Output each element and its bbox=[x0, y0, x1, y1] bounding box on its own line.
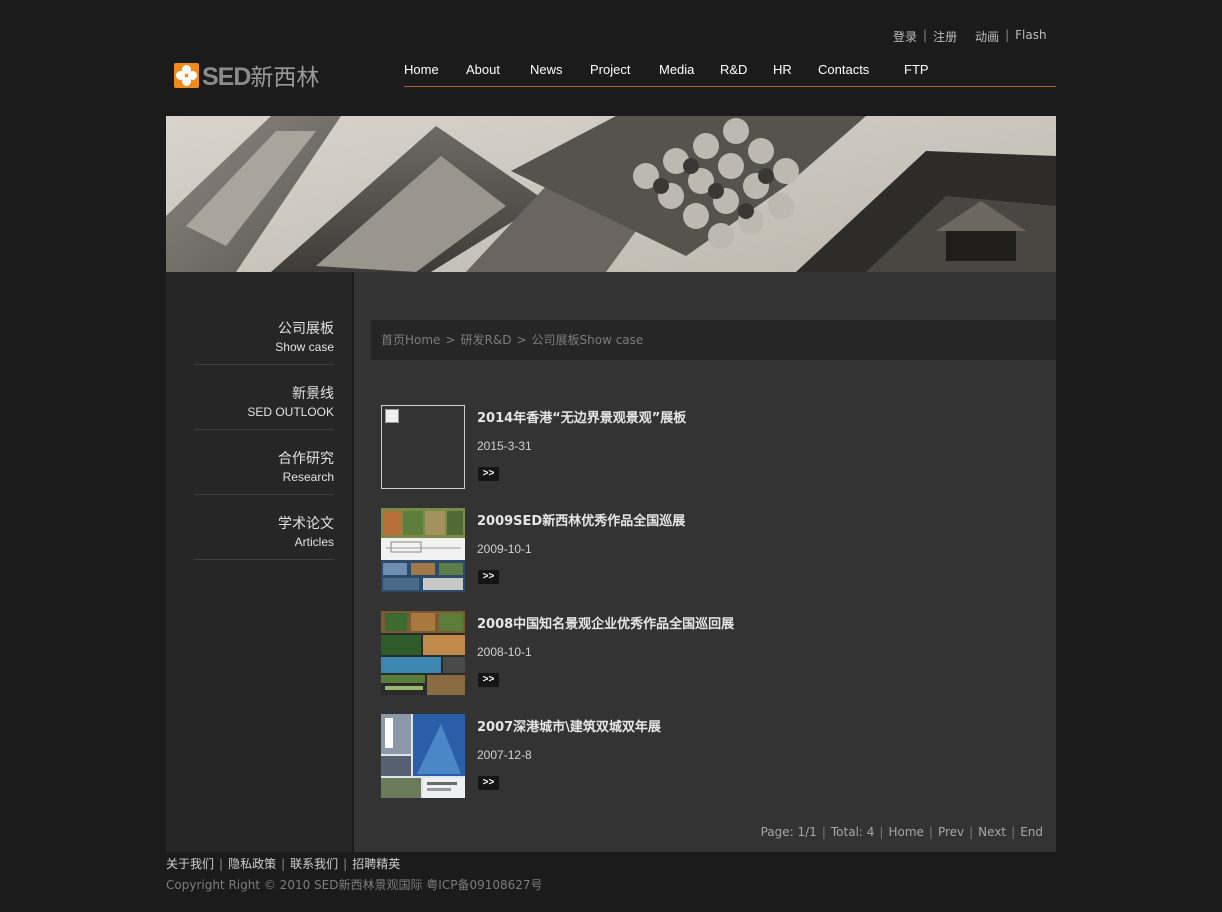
sidebar-item-cn-label: 学术论文 bbox=[278, 516, 334, 532]
list-item: 2014年香港“无边界景观景观”展板 2015-3-31 >> bbox=[381, 405, 1041, 489]
banner-image bbox=[166, 116, 1056, 272]
more-button[interactable]: >> bbox=[478, 673, 499, 687]
pager-total: Total: 4 bbox=[830, 825, 875, 839]
pager-home-link[interactable]: Home bbox=[888, 825, 923, 839]
footer-separator: | bbox=[281, 857, 286, 871]
exhibition-thumbnail[interactable] bbox=[381, 508, 465, 592]
nav-ftp[interactable]: FTP bbox=[904, 62, 929, 77]
breadcrumb-home[interactable]: 首页Home bbox=[381, 333, 440, 347]
more-button[interactable]: >> bbox=[478, 467, 499, 481]
logo-latin: SED bbox=[202, 63, 251, 91]
main-content: 首页Home > 研发R&D > 公司展板Show case 2014年香港“无边界景观… bbox=[354, 272, 1056, 852]
pager-separator: | bbox=[821, 825, 826, 839]
footer-links: 关于我们 | 隐私政策 | 联系我们 | 招聘精英 bbox=[166, 855, 400, 872]
breadcrumb: 首页Home > 研发R&D > 公司展板Show case bbox=[371, 320, 1056, 360]
nav-project[interactable]: Project bbox=[590, 62, 630, 77]
footer-about-link[interactable]: 关于我们 bbox=[166, 857, 214, 871]
footer-contact-link[interactable]: 联系我们 bbox=[290, 857, 338, 871]
sidebar-item-cn-label: 公司展板 bbox=[278, 321, 334, 337]
separator: | bbox=[923, 28, 928, 42]
footer-privacy-link[interactable]: 隐私政策 bbox=[228, 857, 276, 871]
sidebar-item-showcase[interactable]: 公司展板 Show case bbox=[194, 300, 334, 365]
item-date: 2009-10-1 bbox=[477, 542, 532, 556]
nav-home[interactable]: Home bbox=[404, 62, 439, 77]
sidebar-item-articles[interactable]: 学术论文 Articles bbox=[194, 495, 334, 560]
pager-prev-link[interactable]: Prev bbox=[938, 825, 964, 839]
list-item: 2008中国知名景观企业优秀作品全国巡回展 2008-10-1 >> bbox=[381, 611, 1041, 695]
item-date: 2007-12-8 bbox=[477, 748, 532, 762]
item-title[interactable]: 2014年香港“无边界景观景观”展板 bbox=[477, 407, 686, 426]
footer-separator: | bbox=[343, 857, 348, 871]
list-item: 2007深港城市\建筑双城双年展 2007-12-8 >> bbox=[381, 714, 1041, 798]
nav-contacts[interactable]: Contacts bbox=[818, 62, 869, 77]
pager-end-link[interactable]: End bbox=[1020, 825, 1043, 839]
breadcrumb-separator: > bbox=[445, 333, 456, 347]
flash-link[interactable]: Flash bbox=[1015, 28, 1046, 45]
pager-page-info: Page: 1/1 bbox=[760, 825, 817, 839]
register-link[interactable]: 注册 bbox=[933, 28, 957, 45]
sidebar: 公司展板 Show case 新景线 SED OUTLOOK 合作研究 Rese… bbox=[166, 272, 352, 852]
sidebar-item-en-label: SED OUTLOOK bbox=[247, 405, 334, 419]
item-date: 2008-10-1 bbox=[477, 645, 532, 659]
nav-about[interactable]: About bbox=[466, 62, 500, 77]
more-button[interactable]: >> bbox=[478, 776, 499, 790]
logo-text: SED新西林 bbox=[202, 58, 319, 92]
item-date: 2015-3-31 bbox=[477, 439, 532, 453]
page: 登录 | 注册 动画 | Flash SED新西林 Home About New… bbox=[0, 0, 1222, 912]
breadcrumb-separator: > bbox=[516, 333, 527, 347]
broken-image-icon bbox=[385, 409, 399, 423]
sidebar-item-en-label: Articles bbox=[294, 535, 334, 549]
sidebar-item-en-label: Research bbox=[282, 470, 334, 484]
pager-separator: | bbox=[928, 825, 933, 839]
logo-flower-icon bbox=[174, 62, 199, 88]
nav-hr[interactable]: HR bbox=[773, 62, 792, 77]
copyright-text: Copyright Right © 2010 SED新西林景观国际 粤ICP备0… bbox=[166, 878, 543, 892]
nav-media[interactable]: Media bbox=[659, 62, 694, 77]
sidebar-item-cn-label: 新景线 bbox=[292, 386, 334, 402]
banner-magazines-illustration bbox=[166, 116, 1056, 272]
sidebar-item-cn-label: 合作研究 bbox=[278, 451, 334, 467]
item-title[interactable]: 2007深港城市\建筑双城双年展 bbox=[477, 716, 661, 735]
pager-next-link[interactable]: Next bbox=[978, 825, 1006, 839]
logo-cn: 新西林 bbox=[250, 64, 320, 90]
separator: | bbox=[1005, 28, 1010, 42]
footer-jobs-link[interactable]: 招聘精英 bbox=[352, 857, 400, 871]
nav-news[interactable]: News bbox=[530, 62, 563, 77]
building-thumbnail[interactable] bbox=[381, 714, 465, 798]
pagination: Page: 1/1 | Total: 4 | Home | Prev | Next | End bbox=[761, 825, 1043, 839]
pager-separator: | bbox=[1011, 825, 1016, 839]
item-title[interactable]: 2009SED新西林优秀作品全国巡展 bbox=[477, 510, 685, 529]
top-links: 登录 | 注册 动画 | Flash bbox=[893, 28, 1047, 45]
nav-rd[interactable]: R&D bbox=[720, 62, 747, 77]
sidebar-item-outlook[interactable]: 新景线 SED OUTLOOK bbox=[194, 365, 334, 430]
sidebar-item-research[interactable]: 合作研究 Research bbox=[194, 430, 334, 495]
list-item: 2009SED新西林优秀作品全国巡展 2009-10-1 >> bbox=[381, 508, 1041, 592]
footer-separator: | bbox=[219, 857, 224, 871]
login-link[interactable]: 登录 bbox=[893, 28, 917, 45]
more-button[interactable]: >> bbox=[478, 570, 499, 584]
pager-separator: | bbox=[969, 825, 974, 839]
breadcrumb-showcase[interactable]: 公司展板Show case bbox=[532, 333, 644, 347]
animation-link[interactable]: 动画 bbox=[975, 28, 999, 45]
breadcrumb-rd[interactable]: 研发R&D bbox=[461, 333, 512, 347]
broken-image-thumbnail[interactable] bbox=[381, 405, 465, 489]
landscape-thumbnail[interactable] bbox=[381, 611, 465, 695]
site-logo[interactable]: SED新西林 bbox=[174, 58, 319, 92]
pager-separator: | bbox=[879, 825, 884, 839]
main-nav: Home About News Project Media R&D HR Con… bbox=[404, 62, 1056, 87]
item-title[interactable]: 2008中国知名景观企业优秀作品全国巡回展 bbox=[477, 613, 734, 632]
sidebar-item-en-label: Show case bbox=[275, 340, 334, 354]
